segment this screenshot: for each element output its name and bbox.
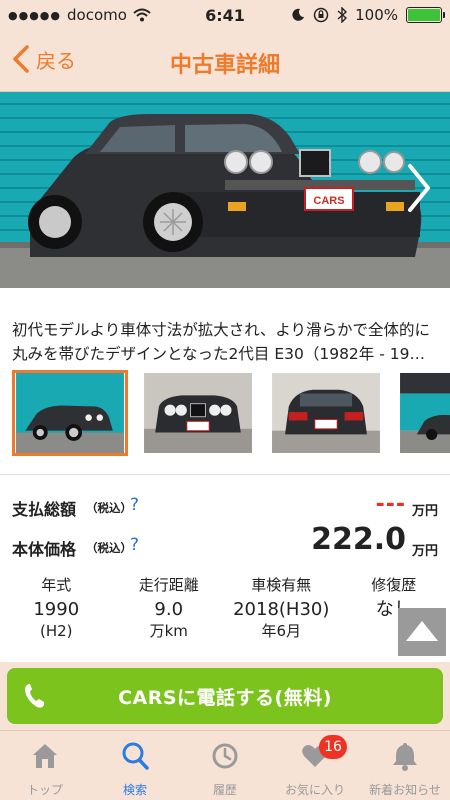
total-price-label: 支払総額: [12, 500, 77, 519]
body-price-value: 222.0: [311, 522, 406, 557]
tab-search[interactable]: 検索: [90, 731, 180, 800]
spec-sub: (H2): [39, 622, 73, 640]
total-price-help-icon[interactable]: ?: [130, 495, 139, 515]
thumbnail-photo-front: [144, 373, 252, 453]
chevron-right-icon[interactable]: [404, 160, 434, 216]
thumbnail-photo-shop: [400, 373, 450, 453]
total-price-value: ---: [375, 492, 406, 517]
body-price-help-icon[interactable]: ?: [130, 535, 139, 555]
tab-label: 検索: [122, 783, 147, 797]
body-price-unit: 万円: [411, 544, 438, 559]
spec-year: 年式 1990 (H2): [0, 574, 113, 660]
battery-percent: 100%: [355, 6, 398, 24]
orientation-lock-icon: [313, 7, 329, 23]
spec-grid: 年式 1990 (H2) 走行距離 9.0 万km 車検有無 2018(H30)…: [0, 574, 450, 660]
section-divider: [0, 474, 450, 475]
car-photo[interactable]: CARS: [0, 92, 450, 288]
body-price-tax-note: （税込）: [86, 541, 132, 555]
nav-bar: 戻る 中古車詳細: [0, 30, 450, 92]
car-photo-illustration: CARS: [0, 92, 450, 288]
clock-icon: [212, 743, 238, 769]
battery-icon: [406, 7, 445, 23]
search-icon: [122, 742, 149, 770]
thumbnail-photo-front-side: [16, 373, 124, 453]
spec-sub: 年6月: [261, 622, 302, 640]
thumbnail-1[interactable]: [12, 370, 128, 456]
tab-label: 新着お知らせ: [369, 783, 441, 797]
status-bar: ●●●●● docomo 6:41 100%: [0, 0, 450, 30]
spec-value: 1990: [33, 599, 80, 620]
tab-notifications[interactable]: 新着お知らせ: [360, 731, 450, 800]
plate-text: CARS: [313, 195, 344, 207]
spec-label: 年式: [41, 576, 72, 594]
tab-favorites[interactable]: 16 お気に入り: [270, 731, 360, 800]
moon-icon: [292, 8, 305, 21]
spec-inspection: 車検有無 2018(H30) 年6月: [225, 574, 338, 660]
tab-label: お気に入り: [284, 783, 345, 797]
favorites-badge: 16: [319, 735, 347, 759]
tab-bar: トップ 検索 履歴 16 お気に入り 新着お知らせ: [0, 730, 450, 800]
spec-label: 修復歴: [371, 576, 417, 594]
spec-sub: 万km: [149, 622, 188, 640]
tab-top[interactable]: トップ: [0, 731, 90, 800]
spec-value: 9.0: [154, 599, 184, 620]
car-description: 初代モデルより車体寸法が拡大され、より滑らかで全体的に丸みを帯びたデザインとなっ…: [12, 321, 431, 363]
body-price-label: 本体価格: [12, 540, 77, 559]
thumbnail-2[interactable]: [140, 370, 256, 456]
page-title: 中古車詳細: [169, 53, 280, 78]
call-bar: CARSに電話する(無料): [0, 662, 450, 730]
bell-icon: [393, 743, 417, 771]
total-price-tax-note: （税込）: [86, 501, 132, 515]
thumbnail-photo-rear: [272, 373, 380, 453]
body-price-row: 本体価格 （税込） ? 222.0 万円: [12, 522, 438, 562]
spec-label: 走行距離: [138, 576, 199, 594]
thumbnail-3[interactable]: [268, 370, 384, 456]
spec-label: 車検有無: [251, 576, 312, 594]
scroll-to-top-button[interactable]: [398, 608, 446, 656]
thumbnail-strip: [12, 370, 450, 460]
tab-label: 履歴: [212, 783, 237, 797]
tab-history[interactable]: 履歴: [180, 731, 270, 800]
total-price-unit: 万円: [411, 504, 438, 519]
call-button[interactable]: CARSに電話する(無料): [7, 668, 443, 724]
call-button-label: CARSに電話する(無料): [118, 687, 332, 709]
thumbnail-4[interactable]: [396, 370, 450, 456]
total-price-row: 支払総額 （税込） ? --- 万円: [12, 492, 438, 522]
spec-value: 2018(H30): [233, 599, 330, 620]
home-icon: [33, 744, 57, 768]
tab-label: トップ: [26, 783, 63, 797]
spec-mileage: 走行距離 9.0 万km: [113, 574, 226, 660]
status-right: 100%: [291, 6, 445, 24]
bluetooth-icon: [337, 7, 348, 23]
